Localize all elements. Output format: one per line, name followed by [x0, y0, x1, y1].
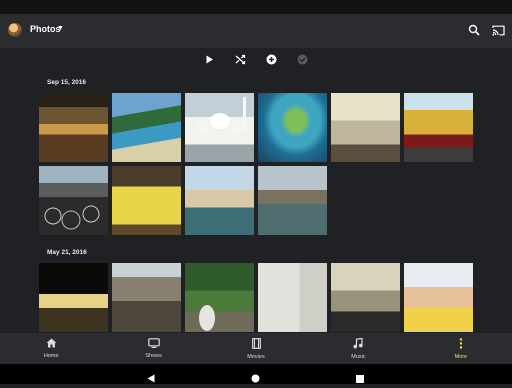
nav-label: Movies [247, 353, 265, 360]
cast-icon[interactable] [490, 22, 506, 38]
photo-toolbar [0, 48, 512, 70]
music-note-icon [353, 337, 364, 351]
photo-thumbnail[interactable] [112, 93, 181, 162]
nav-item-movies[interactable]: Movies [205, 333, 307, 364]
home-circle-icon[interactable] [251, 370, 260, 388]
recents-icon[interactable] [356, 370, 364, 388]
film-icon [251, 337, 261, 351]
nav-label: Home [43, 353, 59, 359]
photo-thumbnail[interactable] [39, 263, 108, 332]
photo-thumbnail[interactable] [258, 93, 327, 162]
app-bar: Photos ▼ [0, 14, 512, 48]
more-vert-icon [459, 337, 463, 351]
nav-item-home[interactable]: Home [0, 333, 102, 364]
add-circle-icon[interactable] [265, 52, 279, 66]
photo-thumbnail[interactable] [258, 263, 327, 332]
bottom-navigation: Home Shows Movies Music More [0, 333, 512, 364]
play-icon[interactable] [203, 52, 217, 66]
app-title[interactable]: Photos [30, 24, 61, 34]
photo-thumbnail[interactable] [404, 93, 473, 162]
nav-item-music[interactable]: Music [307, 333, 409, 364]
nav-item-more[interactable]: More [410, 333, 512, 364]
nav-label: More [454, 353, 468, 360]
photo-thumbnail[interactable] [404, 263, 473, 332]
photo-thumbnail[interactable] [112, 166, 181, 235]
home-icon [46, 338, 57, 350]
photo-thumbnail[interactable] [331, 263, 400, 332]
back-icon[interactable] [147, 370, 155, 388]
nav-item-shows[interactable]: Shows [102, 333, 204, 364]
photo-thumbnail[interactable] [39, 166, 108, 235]
photo-thumbnail[interactable] [39, 93, 108, 162]
section-date: Sep 15, 2016 [47, 79, 87, 86]
nav-label: Shows [145, 353, 162, 359]
nav-label: Music [351, 353, 366, 360]
photo-thumbnail[interactable] [185, 166, 254, 235]
shuffle-icon[interactable] [234, 52, 248, 66]
tv-icon [147, 338, 160, 350]
system-navigation-bar [0, 364, 512, 384]
avatar[interactable] [8, 23, 22, 37]
photo-thumbnail[interactable] [331, 93, 400, 162]
dropdown-caret-icon[interactable]: ▼ [57, 25, 64, 32]
status-bar [0, 0, 512, 14]
check-circle-icon[interactable] [296, 52, 310, 66]
section-date: May 21, 2016 [47, 249, 87, 256]
photo-thumbnail[interactable] [112, 263, 181, 332]
search-icon[interactable] [466, 22, 482, 38]
photo-thumbnail[interactable] [185, 263, 254, 332]
photo-thumbnail[interactable] [258, 166, 327, 235]
photo-thumbnail[interactable] [185, 93, 254, 162]
